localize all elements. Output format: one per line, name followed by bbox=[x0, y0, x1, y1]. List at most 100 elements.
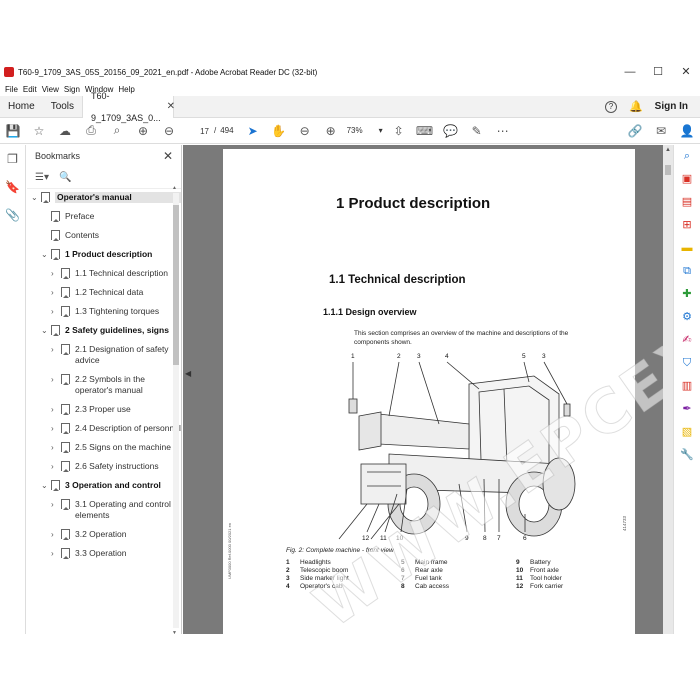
menu-sign[interactable]: Sign bbox=[64, 85, 80, 94]
bookmark-item[interactable]: › 2.6 Safety instructions bbox=[27, 461, 181, 472]
bookmark-item[interactable]: ⌄ 3 Operation and control bbox=[27, 480, 181, 491]
chevron-right-icon[interactable]: › bbox=[51, 306, 61, 317]
zoom-select[interactable]: 73% ▾ bbox=[344, 124, 386, 138]
close-tab-icon[interactable]: ✕ bbox=[167, 96, 175, 118]
bookmark-item[interactable]: › 3.2 Operation bbox=[27, 529, 181, 540]
print-icon[interactable]: ⎙ bbox=[78, 123, 104, 138]
comment-icon[interactable]: 💬 bbox=[438, 124, 464, 138]
bookmark-label: 3.1 Operating and control elements bbox=[75, 499, 171, 520]
organize-pages-icon[interactable]: ▤ bbox=[674, 191, 700, 214]
find-icon[interactable]: ⌕ bbox=[104, 123, 130, 138]
zoom-in-icon[interactable]: ⊕ bbox=[318, 124, 344, 138]
menu-edit[interactable]: Edit bbox=[23, 85, 37, 94]
chevron-right-icon[interactable]: › bbox=[51, 344, 61, 355]
next-page-icon[interactable]: ⊖ bbox=[156, 124, 182, 138]
email-icon[interactable]: ✉ bbox=[648, 124, 674, 138]
fit-page-icon[interactable]: ⇳ bbox=[386, 124, 412, 138]
menu-view[interactable]: View bbox=[42, 85, 59, 94]
scroll-down-icon[interactable]: ▼ bbox=[172, 630, 177, 634]
bookmark-item[interactable]: › 3.1 Operating and control elements bbox=[27, 499, 181, 521]
cloud-upload-icon[interactable]: ☁ bbox=[52, 124, 78, 138]
previous-page-icon[interactable]: ⊕ bbox=[130, 124, 156, 138]
bookmark-icon bbox=[61, 268, 70, 279]
more-tools-icon[interactable]: ⋯ bbox=[490, 124, 516, 138]
tab-tools[interactable]: Tools bbox=[43, 96, 82, 118]
bookmark-options-icon[interactable]: ☰▾ bbox=[35, 172, 49, 183]
keyboard-icon[interactable]: ⌨ bbox=[412, 124, 438, 138]
chevron-right-icon[interactable]: › bbox=[51, 268, 61, 279]
chevron-right-icon[interactable]: › bbox=[51, 287, 61, 298]
bookmark-item[interactable]: ⌄ 2 Safety guidelines, signs bbox=[27, 325, 181, 336]
bookmark-item[interactable]: Contents bbox=[27, 230, 181, 241]
chevron-right-icon[interactable]: › bbox=[51, 374, 61, 385]
bookmark-item[interactable]: Preface bbox=[27, 211, 181, 222]
export-pdf-icon[interactable]: ⊞ bbox=[674, 214, 700, 237]
chevron-right-icon[interactable]: › bbox=[51, 529, 61, 540]
bookmark-item[interactable]: › 1.3 Tightening torques bbox=[27, 306, 181, 317]
chevron-right-icon[interactable]: › bbox=[51, 423, 61, 434]
bookmark-item[interactable]: › 2.1 Designation of safety advice bbox=[27, 344, 181, 366]
zoom-out-icon[interactable]: ⊖ bbox=[292, 124, 318, 138]
bookmarks-scroll-thumb[interactable] bbox=[173, 205, 179, 365]
document-view[interactable]: ◀ 1 Product description 1.1 Technical de… bbox=[183, 145, 673, 634]
bookmark-item[interactable]: › 2.5 Signs on the machine bbox=[27, 442, 181, 453]
chevron-right-icon[interactable]: › bbox=[51, 461, 61, 472]
chevron-down-icon[interactable]: ⌄ bbox=[31, 192, 41, 203]
chevron-right-icon[interactable]: › bbox=[51, 499, 61, 510]
close-bookmarks-icon[interactable]: ✕ bbox=[163, 149, 173, 163]
scroll-up-icon[interactable]: ▲ bbox=[172, 185, 177, 191]
prepare-form-icon[interactable]: ▧ bbox=[674, 421, 700, 444]
page-number-input[interactable]: 17 bbox=[188, 123, 210, 138]
hand-tool-icon[interactable]: ✋ bbox=[266, 124, 292, 138]
scroll-up-icon[interactable]: ▲ bbox=[665, 147, 671, 153]
document-scroll-thumb[interactable] bbox=[665, 165, 671, 175]
more-tools-wrench-icon[interactable]: 🔧 bbox=[674, 444, 700, 467]
compress-pdf-icon[interactable]: ▥ bbox=[674, 375, 700, 398]
chevron-down-icon[interactable]: ⌄ bbox=[41, 249, 51, 260]
chevron-down-icon[interactable]: ⌄ bbox=[41, 480, 51, 491]
chevron-down-icon[interactable]: ⌄ bbox=[41, 325, 51, 336]
bookmark-star-icon[interactable]: ☆ bbox=[26, 124, 52, 138]
zoom-search-icon[interactable]: ⌕ bbox=[674, 145, 700, 168]
bookmark-item[interactable]: › 3.3 Operation bbox=[27, 548, 181, 559]
find-bookmark-icon[interactable]: 🔍 bbox=[59, 172, 71, 183]
share-user-icon[interactable]: 👤 bbox=[674, 124, 700, 138]
maximize-button[interactable]: ☐ bbox=[644, 62, 672, 82]
bell-icon[interactable]: 🔔 bbox=[629, 100, 643, 113]
link-icon[interactable]: 🔗 bbox=[622, 124, 648, 138]
fill-sign-icon[interactable]: ✍ bbox=[674, 329, 700, 352]
create-pdf-icon[interactable]: ▣ bbox=[674, 168, 700, 191]
document-scrollbar[interactable]: ▲ bbox=[663, 145, 673, 634]
bookmark-item[interactable]: ⌄ 1 Product description bbox=[27, 249, 181, 260]
combine-files-icon[interactable]: ⧉ bbox=[674, 260, 700, 283]
comment-tool-icon[interactable]: ▬ bbox=[674, 237, 700, 260]
protect-icon[interactable]: ⛉ bbox=[674, 352, 700, 375]
chevron-right-icon[interactable]: › bbox=[51, 404, 61, 415]
chevron-right-icon[interactable]: › bbox=[51, 548, 61, 559]
page-thumbnails-icon[interactable]: ❐ bbox=[0, 145, 25, 173]
bookmark-item[interactable]: › 2.2 Symbols in the operator's manual bbox=[27, 374, 181, 396]
bookmark-item[interactable]: › 2.3 Proper use bbox=[27, 404, 181, 415]
attachments-icon[interactable]: 📎 bbox=[0, 201, 25, 229]
bookmark-item[interactable]: › 1.1 Technical description bbox=[27, 268, 181, 279]
menu-file[interactable]: File bbox=[5, 85, 18, 94]
minimize-button[interactable]: — bbox=[616, 62, 644, 82]
help-icon[interactable]: ? bbox=[604, 100, 617, 113]
collapse-panel-icon[interactable]: ◀ bbox=[185, 369, 191, 378]
select-cursor-icon[interactable]: ➤ bbox=[240, 124, 266, 138]
bookmarks-scrollbar[interactable]: ▲ ▼ bbox=[172, 185, 179, 634]
highlight-pen-icon[interactable]: ✎ bbox=[464, 124, 490, 138]
save-icon[interactable]: 💾 bbox=[0, 124, 26, 138]
sign-in-button[interactable]: Sign In bbox=[655, 101, 688, 112]
bookmark-item[interactable]: ⌄ Operator's manual bbox=[27, 192, 181, 203]
scan-ocr-icon[interactable]: ⚙ bbox=[674, 306, 700, 329]
chevron-right-icon[interactable]: › bbox=[51, 442, 61, 453]
bookmarks-panel-icon[interactable]: 🔖 bbox=[0, 173, 25, 201]
bookmark-item[interactable]: › 1.2 Technical data bbox=[27, 287, 181, 298]
request-signature-icon[interactable]: ✒ bbox=[674, 398, 700, 421]
close-window-button[interactable]: ✕ bbox=[672, 62, 700, 82]
bookmark-item[interactable]: › 2.4 Description of personnel bbox=[27, 423, 181, 434]
tab-document[interactable]: T60-9_1709_3AS_0... ✕ bbox=[82, 91, 175, 123]
tab-home[interactable]: Home bbox=[0, 96, 43, 118]
edit-pdf-icon[interactable]: ✚ bbox=[674, 283, 700, 306]
